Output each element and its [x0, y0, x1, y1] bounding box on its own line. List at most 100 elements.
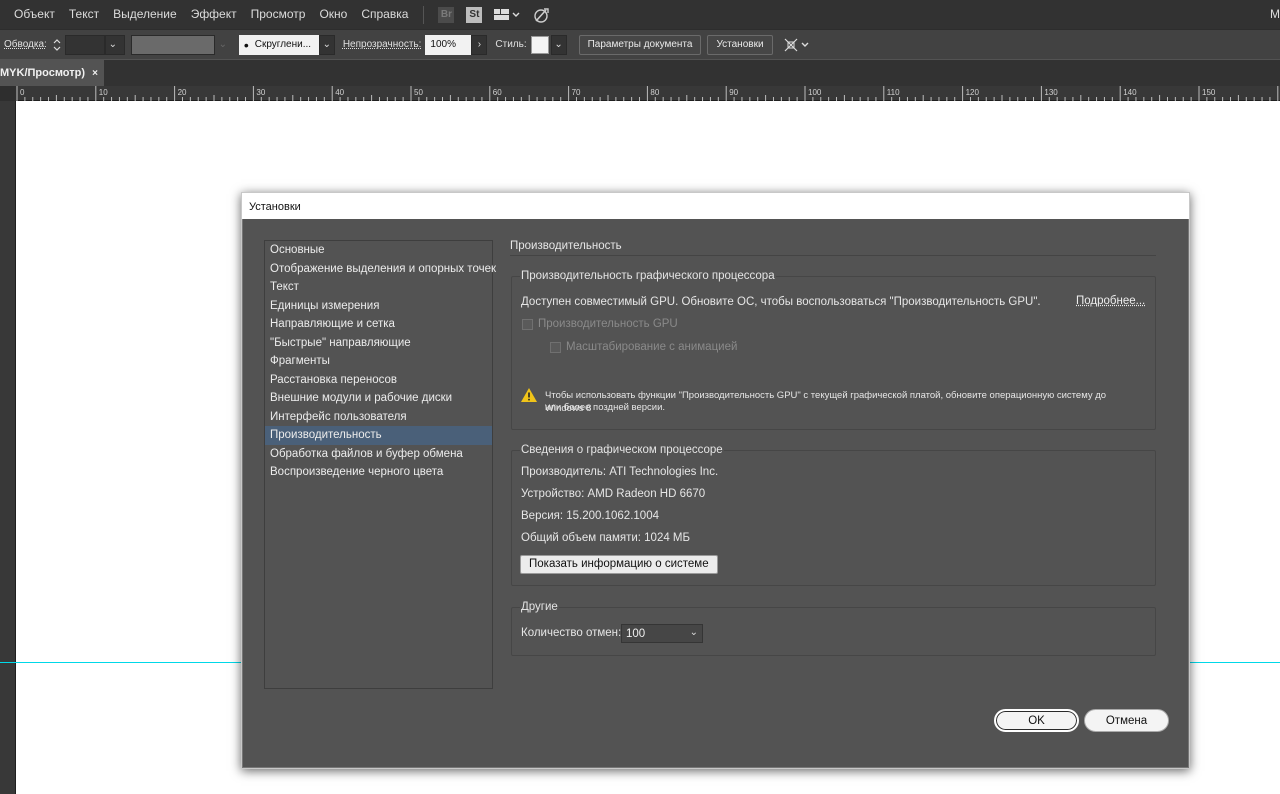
- brush-dot-icon: •: [243, 36, 249, 53]
- category-general[interactable]: Основные: [265, 241, 492, 260]
- opacity-input[interactable]: 100%: [425, 34, 472, 55]
- undo-count-select[interactable]: 100 ⌄: [621, 624, 703, 643]
- ruler-label: 150: [1202, 88, 1216, 97]
- workspace-layout-icon[interactable]: [494, 7, 520, 23]
- gpu-version: Версия: 15.200.1062.1004: [521, 510, 659, 522]
- warning-text-line2: или более поздней версии.: [545, 402, 666, 413]
- chevron-right-icon: ›: [477, 39, 482, 50]
- stroke-stepper-icon[interactable]: [51, 35, 63, 55]
- stroke-label: Обводка:: [4, 39, 47, 50]
- category-units[interactable]: Единицы измерения: [265, 297, 492, 316]
- gpu-performance-checkbox[interactable]: [522, 319, 533, 330]
- document-setup-button[interactable]: Параметры документа: [578, 34, 702, 55]
- preferences-button[interactable]: Установки: [707, 34, 773, 55]
- undo-count-label: Количество отмен:: [521, 627, 622, 639]
- other-group: Другие Количество отмен: 100 ⌄: [511, 601, 1156, 656]
- ruler-label: 140: [1123, 88, 1137, 97]
- category-smart-guides[interactable]: "Быстрые" направляющие: [265, 334, 492, 353]
- category-guides-grid[interactable]: Направляющие и сетка: [265, 315, 492, 334]
- control-bar: Обводка: ⌄ ⌄ • Скруглени... ⌄ Непрозрачн…: [0, 29, 1280, 59]
- animated-zoom-label: Масштабирование с анимацией: [566, 341, 738, 353]
- brush-dropdown[interactable]: ⌄: [318, 34, 335, 55]
- app-window: Объект Текст Выделение Эффект Просмотр О…: [0, 0, 1280, 794]
- opacity-arrow[interactable]: ›: [471, 34, 488, 55]
- gpu-info-group: Сведения о графическом процессоре Произв…: [511, 444, 1156, 586]
- system-info-button[interactable]: Показать информацию о системе: [520, 555, 718, 574]
- gpu-device: Устройство: AMD Radeon HD 6670: [521, 488, 706, 500]
- ok-button[interactable]: OK: [994, 709, 1079, 732]
- variable-width-profile[interactable]: [130, 34, 215, 55]
- warning-icon: [521, 388, 537, 402]
- opacity-label[interactable]: Непрозрачность:: [343, 39, 422, 50]
- cancel-button[interactable]: Отмена: [1084, 709, 1169, 732]
- style-dropdown[interactable]: ⌄: [550, 34, 567, 55]
- category-hyphenation[interactable]: Расстановка переносов: [265, 371, 492, 390]
- menu-separator: [423, 5, 425, 24]
- chevron-down-icon: ⌄: [108, 39, 118, 50]
- horizontal-ruler[interactable]: 0 10 20 30 40 50 60 70 80 90 100 110 120 130 140 150: [0, 86, 1280, 101]
- ruler-label: 110: [887, 88, 900, 97]
- vertical-ruler[interactable]: [0, 101, 16, 794]
- category-black-appearance[interactable]: Воспроизведение черного цвета: [265, 463, 492, 482]
- menu-help[interactable]: Справка: [354, 0, 415, 29]
- chevron-down-icon: ⌄: [554, 39, 563, 50]
- document-tab[interactable]: MYK/Просмотр) ×: [0, 60, 104, 86]
- style-label: Стиль:: [495, 39, 527, 50]
- bridge-icon[interactable]: Br: [438, 6, 455, 23]
- ruler-label: 130: [1044, 88, 1058, 97]
- gpu-group-title: Производительность графического процессо…: [520, 270, 776, 282]
- category-performance[interactable]: Производительность: [265, 426, 492, 445]
- animated-zoom-checkbox[interactable]: [550, 342, 561, 353]
- dialog-title: Установки: [242, 193, 1189, 219]
- ruler-label: 50: [414, 88, 423, 97]
- more-info-link[interactable]: Подробнее...: [1076, 295, 1145, 307]
- gpu-vendor: Производитель: ATI Technologies Inc.: [521, 466, 719, 478]
- ruler-label: 60: [493, 88, 502, 97]
- category-slices[interactable]: Фрагменты: [265, 352, 492, 371]
- brush-definition-field[interactable]: • Скруглени...: [238, 34, 319, 55]
- ruler-label: 70: [572, 88, 581, 97]
- puppet-warp-icon[interactable]: [783, 37, 811, 53]
- gpu-performance-group: Производительность графического процессо…: [511, 270, 1156, 430]
- menu-effect[interactable]: Эффект: [184, 0, 244, 29]
- document-tab-bar: MYK/Просмотр) ×: [0, 60, 1280, 86]
- stroke-weight-dropdown[interactable]: ⌄: [104, 34, 125, 55]
- chevron-down-icon: ⌄: [322, 39, 332, 50]
- stroke-weight-field[interactable]: [64, 34, 105, 55]
- menu-object[interactable]: Объект: [7, 0, 62, 29]
- ruler-label: 90: [729, 88, 738, 97]
- panel-divider: [510, 255, 1156, 256]
- style-swatch[interactable]: [530, 35, 549, 54]
- category-file-handling-clipboard[interactable]: Обработка файлов и буфер обмена: [265, 445, 492, 464]
- preferences-category-list: Основные Отображение выделения и опорных…: [264, 240, 496, 689]
- menu-bar: Объект Текст Выделение Эффект Просмотр О…: [0, 0, 1280, 29]
- gpu-performance-label: Производительность GPU: [538, 318, 678, 330]
- panel-title: Производительность: [510, 240, 622, 252]
- ruler-label: 20: [178, 88, 187, 97]
- category-selection-anchor-display[interactable]: Отображение выделения и опорных точек: [265, 260, 496, 279]
- ruler-ticks: 0 10 20 30 40 50 60 70 80 90 100 110 120 130 140 150: [16, 86, 1279, 101]
- category-plugins-scratch-disks[interactable]: Внешние модули и рабочие диски: [265, 389, 492, 408]
- ruler-label: 30: [256, 88, 265, 97]
- undo-count-value: 100: [626, 627, 646, 640]
- ruler-label: 10: [99, 88, 108, 97]
- preferences-dialog: Установки Основные Отображение выделения…: [241, 192, 1190, 769]
- ruler-label: 120: [966, 88, 980, 97]
- close-icon[interactable]: ×: [92, 68, 98, 79]
- gpu-notice-text: Доступен совместимый GPU. Обновите ОС, ч…: [521, 296, 1041, 308]
- other-group-title: Другие: [520, 601, 559, 613]
- category-type[interactable]: Текст: [265, 278, 492, 297]
- menu-text[interactable]: Текст: [62, 0, 106, 29]
- gpu-rocket-icon[interactable]: [532, 7, 550, 23]
- stock-icon[interactable]: St: [466, 6, 483, 23]
- menu-select[interactable]: Выделение: [106, 0, 184, 29]
- menu-window[interactable]: Окно: [312, 0, 354, 29]
- ruler-label: 100: [808, 88, 822, 97]
- profile-dropdown[interactable]: ⌄: [214, 34, 233, 55]
- gpu-info-title: Сведения о графическом процессоре: [520, 444, 724, 456]
- category-user-interface[interactable]: Интерфейс пользователя: [265, 408, 492, 427]
- menu-view[interactable]: Просмотр: [244, 0, 313, 29]
- chevron-down-icon: ⌄: [218, 39, 228, 50]
- menu-right-label: M: [1270, 7, 1280, 21]
- document-tab-title: MYK/Просмотр): [0, 67, 86, 79]
